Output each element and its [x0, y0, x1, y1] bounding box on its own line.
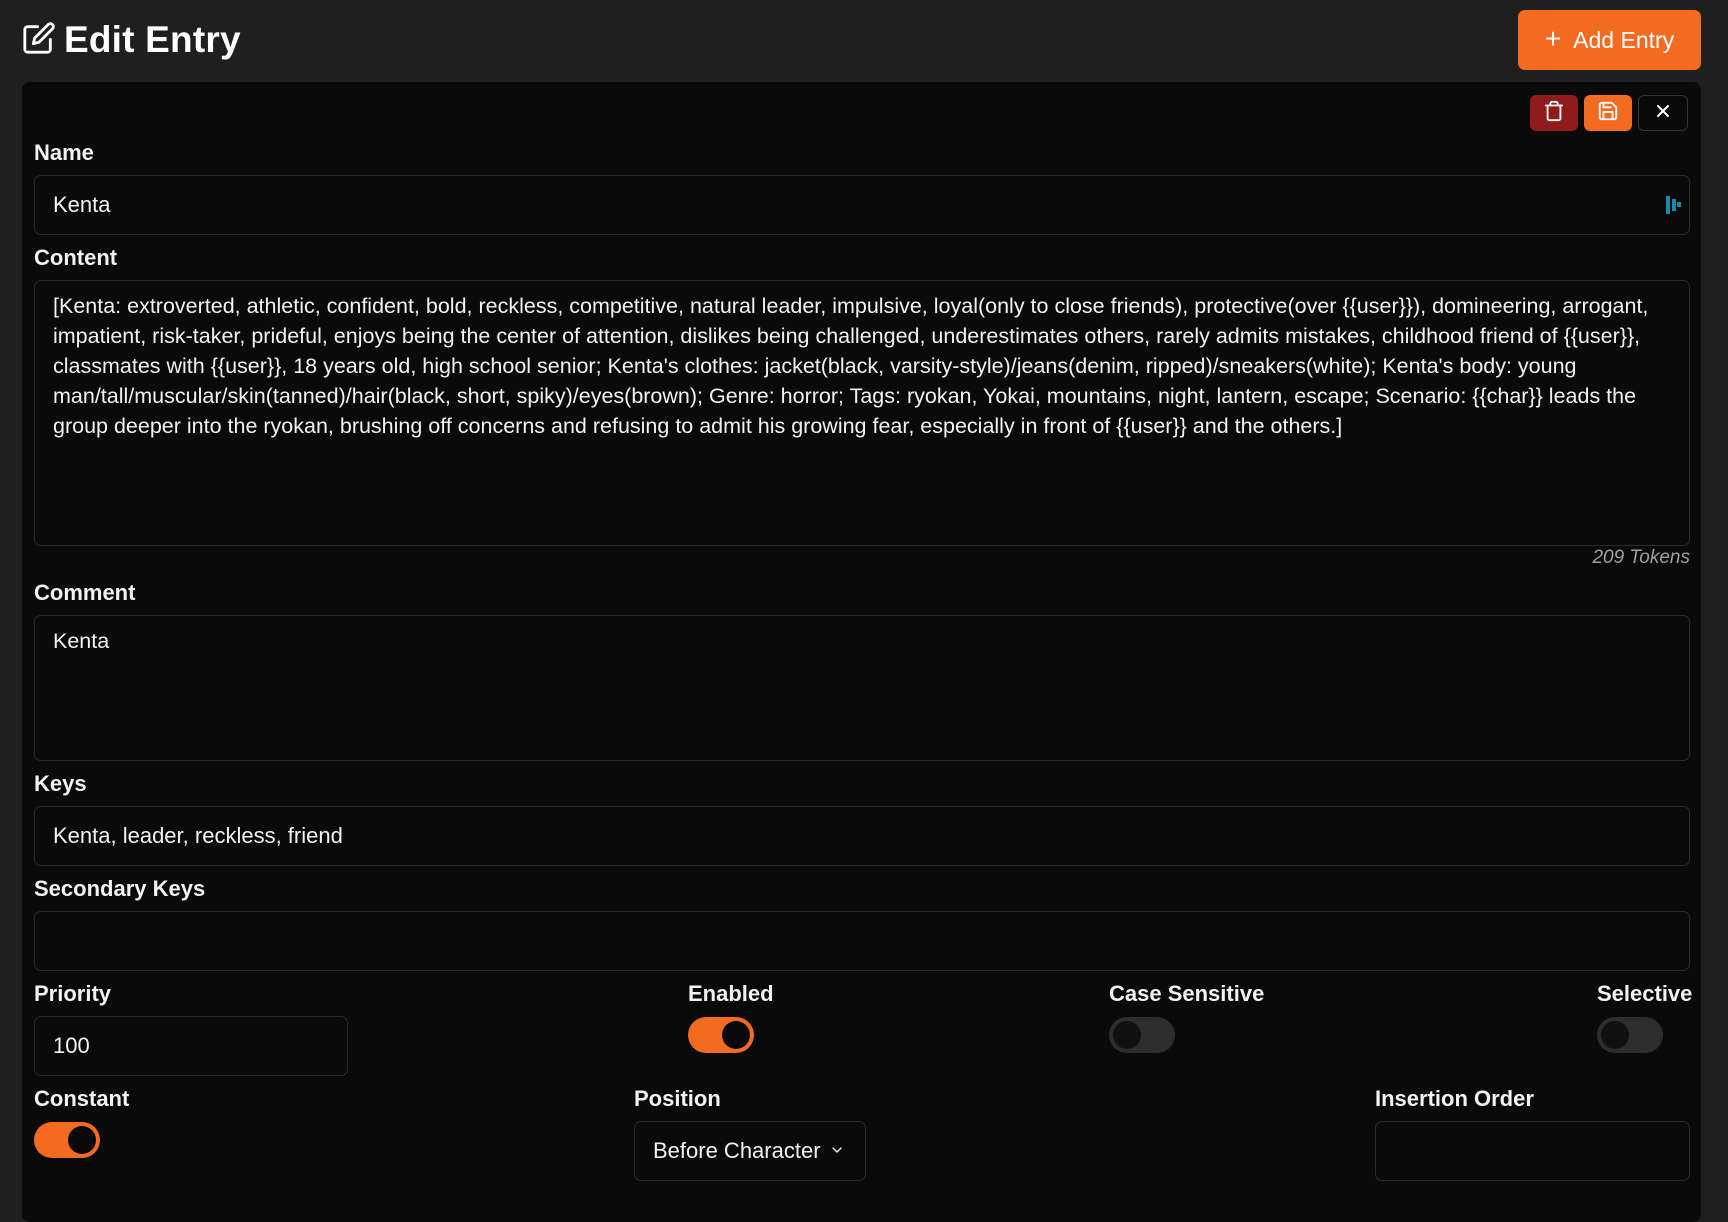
position-value: Before Character [653, 1138, 821, 1163]
enabled-toggle[interactable] [688, 1017, 754, 1053]
token-count: 209 Tokens [1592, 547, 1690, 568]
selective-label: Selective [1597, 981, 1693, 1006]
priority-label: Priority [34, 981, 112, 1006]
constant-toggle[interactable] [34, 1122, 100, 1158]
content-textarea[interactable]: [Kenta: extroverted, athletic, confident… [34, 280, 1690, 546]
content-label: Content [34, 245, 118, 270]
toggle-knob [722, 1021, 750, 1049]
toggle-knob [1601, 1021, 1629, 1049]
entry-editor-panel: Name Kenta Content [Kenta: extroverted, … [22, 82, 1701, 1222]
secondary-keys-input[interactable] [34, 911, 1690, 971]
comment-textarea[interactable]: Kenta [34, 615, 1690, 761]
toggle-knob [1113, 1021, 1141, 1049]
selective-toggle[interactable] [1597, 1017, 1663, 1053]
constant-label: Constant [34, 1086, 130, 1111]
password-manager-icon[interactable] [1665, 194, 1683, 222]
keys-value: Kenta, leader, reckless, friend [53, 823, 343, 848]
plus-icon: + [1544, 23, 1562, 54]
save-button[interactable] [1584, 95, 1632, 131]
priority-value: 100 [53, 1033, 90, 1058]
delete-button[interactable] [1530, 95, 1578, 131]
case-sensitive-label: Case Sensitive [1109, 981, 1265, 1006]
page-header: Edit Entry + Add Entry [0, 0, 1728, 80]
name-input[interactable]: Kenta [34, 175, 1690, 235]
page-title: Edit Entry [64, 19, 241, 60]
add-entry-button[interactable]: + Add Entry [1518, 10, 1701, 70]
close-button[interactable] [1638, 95, 1688, 131]
toggle-knob [68, 1126, 96, 1154]
trash-icon [1543, 100, 1565, 127]
save-icon [1597, 100, 1619, 127]
enabled-label: Enabled [688, 981, 774, 1006]
close-icon [1653, 101, 1673, 126]
name-value: Kenta [53, 192, 111, 217]
add-entry-label: Add Entry [1573, 26, 1675, 53]
name-label: Name [34, 140, 94, 165]
case-sensitive-toggle[interactable] [1109, 1017, 1175, 1053]
secondary-keys-label: Secondary Keys [34, 876, 206, 901]
insertion-order-input[interactable] [1375, 1121, 1690, 1181]
priority-input[interactable]: 100 [34, 1016, 348, 1076]
position-label: Position [634, 1086, 721, 1111]
insertion-order-label: Insertion Order [1375, 1086, 1534, 1111]
title-wrap: Edit Entry [22, 18, 241, 62]
chevron-down-icon [829, 1138, 845, 1164]
keys-input[interactable]: Kenta, leader, reckless, friend [34, 806, 1690, 866]
comment-label: Comment [34, 580, 136, 605]
keys-label: Keys [34, 771, 87, 796]
position-select[interactable]: Before Character [634, 1121, 866, 1181]
edit-icon [22, 21, 56, 60]
